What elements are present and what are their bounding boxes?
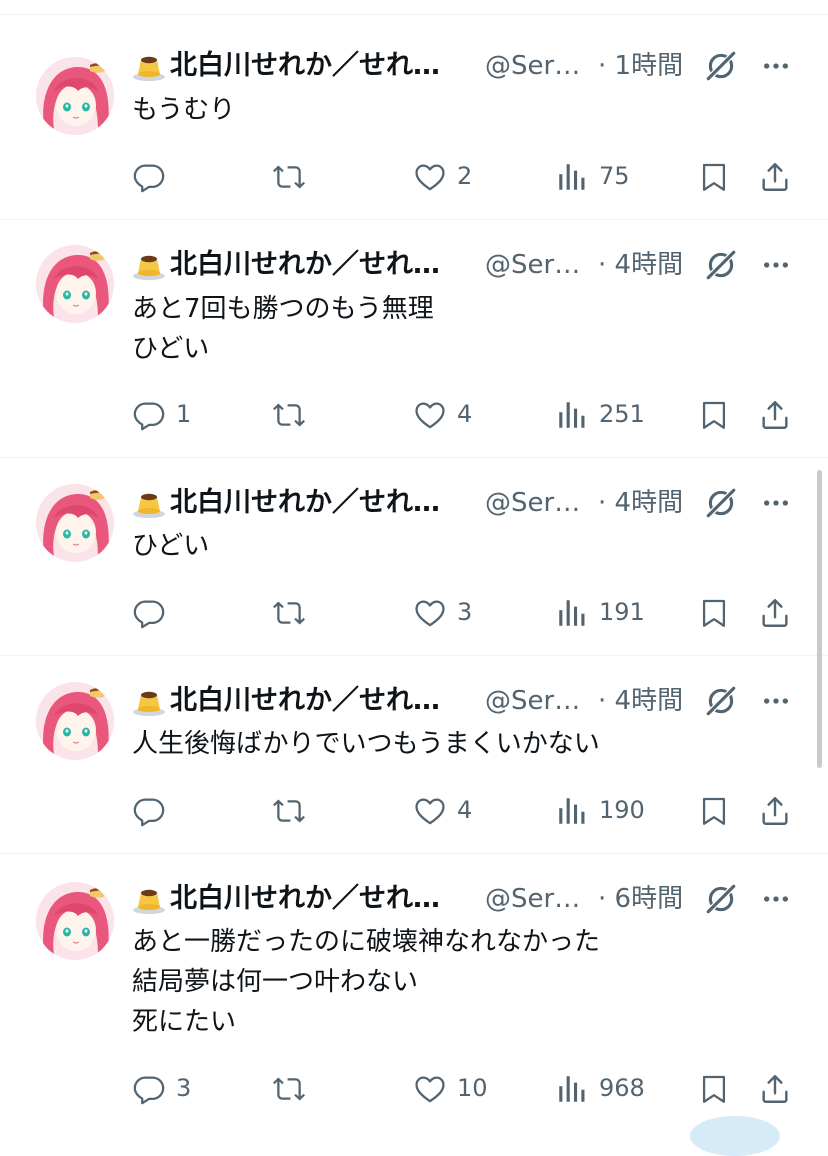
tweet-text: 人生後悔ばかりでいつもうまくいかない: [132, 724, 600, 764]
views-count: 75: [599, 162, 630, 190]
display-name[interactable]: 北白川せれか／せれ…: [170, 879, 440, 919]
views-count: 190: [599, 796, 645, 824]
like-count: 3: [457, 598, 473, 626]
like-count: 4: [457, 796, 473, 824]
pudding-emoji-icon: [132, 687, 166, 717]
avatar[interactable]: [36, 484, 114, 562]
views-count: 968: [599, 1074, 645, 1102]
avatar[interactable]: [36, 882, 114, 960]
user-handle[interactable]: @Ser…: [485, 879, 580, 919]
action-bar: 1 4 251: [0, 392, 828, 436]
scrollbar[interactable]: [817, 470, 822, 768]
display-name[interactable]: 北白川せれか／せれ…: [170, 483, 440, 523]
tweet-text-line: 人生後悔ばかりでいつもうまくいかない: [132, 729, 600, 759]
more-options-icon[interactable]: [760, 487, 792, 519]
tweet-header: 北白川せれか／せれ… @Ser… · 4時間: [132, 681, 812, 721]
like-count: 4: [457, 400, 473, 428]
views-count: 251: [599, 400, 645, 428]
action-bar: 4 190: [0, 788, 828, 832]
user-handle[interactable]: @Ser…: [485, 681, 580, 721]
pudding-emoji-icon: [132, 251, 166, 281]
pudding-emoji-icon: [132, 489, 166, 519]
timestamp[interactable]: · 1時間: [598, 46, 683, 86]
tweet-text-line: もうむり: [132, 95, 236, 125]
timestamp[interactable]: · 6時間: [598, 879, 683, 919]
grok-icon[interactable]: [704, 49, 738, 83]
tweet-text: もうむり: [132, 90, 235, 130]
pudding-emoji-icon: [132, 885, 166, 915]
tweet-text-line: あと7回も勝つのもう無理: [132, 294, 434, 324]
tweet-text-line: 結局夢は何一つ叶わない: [132, 967, 419, 997]
like-count: 10: [457, 1074, 488, 1102]
grok-icon[interactable]: [704, 882, 738, 916]
tweet-text: あと7回も勝つのもう無理 ひどい: [132, 289, 434, 369]
display-name[interactable]: 北白川せれか／せれ…: [170, 46, 440, 86]
grok-icon[interactable]: [704, 684, 738, 718]
floating-action-button[interactable]: [690, 1116, 780, 1156]
display-name[interactable]: 北白川せれか／せれ…: [170, 681, 440, 721]
timestamp[interactable]: · 4時間: [598, 483, 683, 523]
more-options-icon[interactable]: [760, 249, 792, 281]
more-options-icon[interactable]: [760, 50, 792, 82]
tweet-text: ひどい: [132, 526, 209, 566]
tweet-header: 北白川せれか／せれ… @Ser… · 6時間: [132, 879, 812, 919]
action-bar: 3 191: [0, 590, 828, 634]
views-count: 191: [599, 598, 645, 626]
timestamp[interactable]: · 4時間: [598, 681, 683, 721]
more-options-icon[interactable]: [760, 685, 792, 717]
tweet-header: 北白川せれか／せれ… @Ser… · 4時間: [132, 483, 812, 523]
avatar[interactable]: [36, 245, 114, 323]
tweet-header: 北白川せれか／せれ… @Ser… · 1時間: [132, 46, 812, 86]
grok-icon[interactable]: [704, 248, 738, 282]
tweet-header: 北白川せれか／せれ… @Ser… · 4時間: [132, 245, 812, 285]
more-options-icon[interactable]: [760, 883, 792, 915]
tweet[interactable]: 北白川せれか／せれ… @Ser… · 4時間 ひどい 3 191: [0, 458, 828, 656]
tweet-text-line: ひどい: [132, 334, 210, 364]
grok-icon[interactable]: [704, 486, 738, 520]
user-handle[interactable]: @Ser…: [485, 46, 580, 86]
avatar[interactable]: [36, 682, 114, 760]
reply-count: 1: [176, 400, 192, 428]
user-handle[interactable]: @Ser…: [485, 245, 580, 285]
action-bar: 2 75: [0, 154, 828, 198]
tweet-text-line: あと一勝だったのに破壊神なれなかった: [132, 927, 601, 957]
action-bar: 3 10 968: [0, 1066, 828, 1110]
timestamp[interactable]: · 4時間: [598, 245, 683, 285]
pudding-emoji-icon: [132, 52, 166, 82]
avatar[interactable]: [36, 57, 114, 135]
display-name[interactable]: 北白川せれか／せれ…: [170, 245, 440, 285]
user-handle[interactable]: @Ser…: [485, 483, 580, 523]
tweet[interactable]: 北白川せれか／せれ… @Ser… · 4時間 あと7回も勝つのもう無理 ひどい …: [0, 220, 828, 458]
tweet-text-line: ひどい: [132, 531, 210, 561]
tweet[interactable]: 北白川せれか／せれ… @Ser… · 4時間 人生後悔ばかりでいつもうまくいかな…: [0, 656, 828, 854]
tweet[interactable]: 北白川せれか／せれ… @Ser… · 1時間 もうむり 2 75: [0, 15, 828, 220]
tweet[interactable]: 北白川せれか／せれ… @Ser… · 6時間 あと一勝だったのに破壊神なれなかっ…: [0, 854, 828, 1128]
like-count: 2: [457, 162, 473, 190]
reply-count: 3: [176, 1074, 192, 1102]
tweet-text: あと一勝だったのに破壊神なれなかった 結局夢は何一つ叶わない 死にたい: [132, 922, 600, 1042]
tweet-text-line: 死にたい: [132, 1007, 237, 1037]
